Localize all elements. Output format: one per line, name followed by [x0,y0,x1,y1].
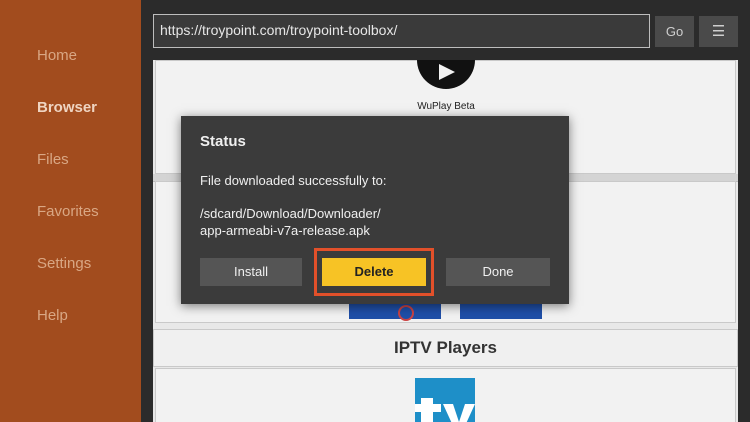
done-button[interactable]: Done [446,258,550,286]
sidebar-item-help[interactable]: Help [37,307,68,324]
menu-icon[interactable]: ☰ [699,16,738,47]
delete-highlight: Delete [314,248,434,296]
wuplay-logo-icon [417,60,475,89]
url-input[interactable]: https://troypoint.com/troypoint-toolbox/ [153,14,650,48]
file-path-line: app-armeabi-v7a-release.apk [200,223,370,238]
sidebar-item-files[interactable]: Files [37,151,69,168]
sidebar-item-home[interactable]: Home [37,47,77,64]
sidebar-item-favorites[interactable]: Favorites [37,203,99,220]
delete-button[interactable]: Delete [322,258,426,286]
dialog-title: Status [200,133,246,150]
file-path: /sdcard/Download/Downloader/ app-armeabi… [200,205,381,239]
dialog-message: File downloaded successfully to: [200,173,387,188]
go-button[interactable]: Go [655,16,694,47]
status-dialog: Status File downloaded successfully to: … [181,116,569,304]
tv-logo-icon [415,398,475,422]
sidebar-item-browser[interactable]: Browser [37,99,97,116]
circle-icon [398,305,414,321]
sidebar-item-settings[interactable]: Settings [37,255,91,272]
sidebar: Home Browser Files Favorites Settings He… [0,0,141,422]
file-path-line: /sdcard/Download/Downloader/ [200,206,381,221]
section-header: IPTV Players [153,329,738,367]
tv-app-icon[interactable] [415,378,475,422]
app-label: WuPlay Beta [417,101,475,112]
install-button[interactable]: Install [200,258,302,286]
